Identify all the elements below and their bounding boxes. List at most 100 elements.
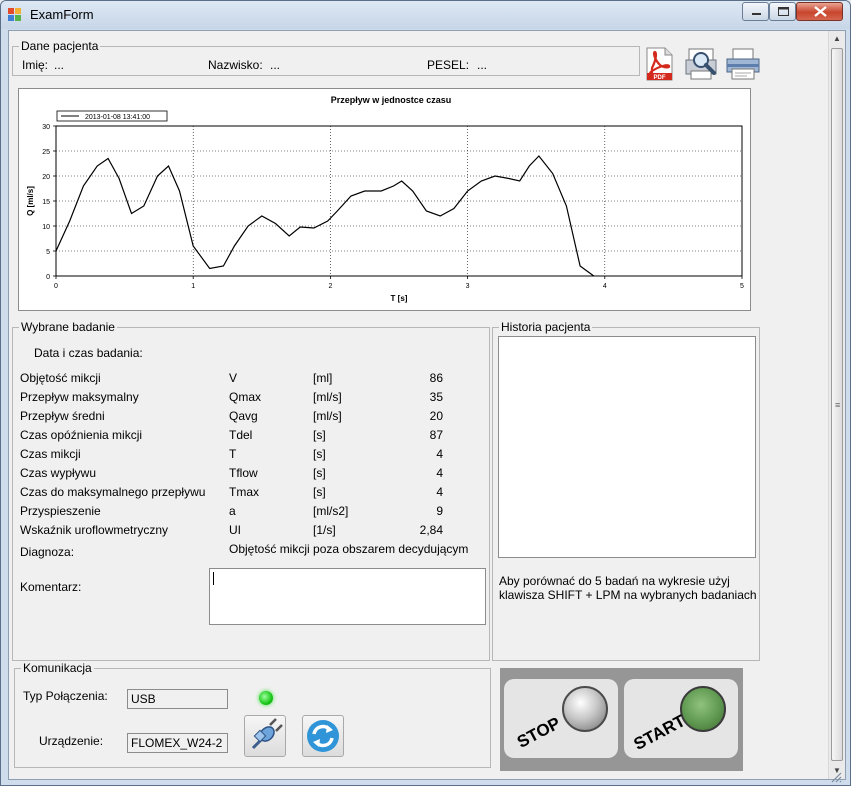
start-button[interactable]: START bbox=[624, 679, 738, 758]
maximize-button[interactable] bbox=[769, 2, 796, 21]
y-tick-label: 5 bbox=[46, 249, 50, 256]
param-value: 4 bbox=[436, 466, 443, 480]
param-unit: [ml/s2] bbox=[313, 504, 349, 518]
x-tick-label: 5 bbox=[740, 283, 744, 290]
selected-exam-group: Wybrane badanie Data i czas badania: Obj… bbox=[12, 320, 490, 661]
export-pdf-button[interactable]: PDF bbox=[641, 46, 677, 82]
comment-label: Komentarz: bbox=[20, 580, 82, 594]
stop-label: STOP bbox=[513, 713, 564, 752]
resize-grip-icon[interactable] bbox=[830, 771, 842, 783]
x-tick-label: 3 bbox=[466, 283, 470, 290]
param-name: Przyspieszenie bbox=[20, 504, 101, 518]
param-name: Czas do maksymalnego przepływu bbox=[20, 485, 206, 499]
close-icon bbox=[814, 6, 827, 17]
param-symbol: Tflow bbox=[229, 466, 258, 480]
connect-button[interactable] bbox=[244, 715, 286, 757]
param-name: Objętość mikcji bbox=[20, 371, 101, 385]
param-unit: [s] bbox=[313, 485, 326, 499]
x-tick-label: 2 bbox=[328, 283, 332, 290]
patient-data-group: Dane pacjenta Imię: ... Nazwisko: ... PE… bbox=[12, 39, 640, 76]
param-name: Czas opóźnienia mikcji bbox=[20, 428, 143, 442]
param-symbol: UI bbox=[229, 523, 241, 537]
scroll-grip-icon: ≡ bbox=[835, 400, 841, 410]
y-axis-label: Q [ml/s] bbox=[26, 186, 35, 216]
chart-plot-area: 0 5 10 15 20 25 30 0 1 2 3 4 5 bbox=[42, 124, 744, 290]
communication-title: Komunikacja bbox=[21, 661, 94, 675]
svg-text:PDF: PDF bbox=[654, 75, 666, 81]
flow-chart-svg: Przepływ w jednostce czasu 2013-01-08 13… bbox=[26, 95, 744, 303]
form-client-area: Dane pacjenta Imię: ... Nazwisko: ... PE… bbox=[8, 30, 846, 780]
close-button[interactable] bbox=[796, 2, 843, 21]
app-icon bbox=[8, 8, 22, 22]
y-tick-label: 25 bbox=[42, 149, 50, 156]
param-unit: [ml/s] bbox=[313, 390, 342, 404]
print-preview-button[interactable] bbox=[683, 46, 719, 82]
param-unit: [s] bbox=[313, 447, 326, 461]
selected-exam-title: Wybrane badanie bbox=[19, 320, 117, 334]
stop-lamp-icon bbox=[562, 686, 608, 732]
scrollbar-thumb[interactable]: ≡ bbox=[831, 48, 843, 761]
stop-button[interactable]: STOP bbox=[504, 679, 618, 758]
param-unit: [1/s] bbox=[313, 523, 336, 537]
y-tick-label: 15 bbox=[42, 199, 50, 206]
param-name: Czas wypływu bbox=[20, 466, 97, 480]
chart-title: Przepływ w jednostce czasu bbox=[331, 95, 452, 105]
minimize-icon bbox=[752, 13, 761, 15]
patient-history-title: Historia pacjenta bbox=[499, 320, 593, 334]
param-value: 2,84 bbox=[419, 523, 443, 537]
param-value: 4 bbox=[436, 447, 443, 461]
param-value: 87 bbox=[429, 428, 443, 442]
x-axis-label: T [s] bbox=[391, 294, 408, 303]
param-symbol: Tdel bbox=[229, 428, 253, 442]
param-value: 35 bbox=[429, 390, 443, 404]
device-label: Urządzenie: bbox=[39, 734, 104, 748]
device-field: FLOMEX_W24-2 bbox=[127, 733, 228, 753]
exam-form-window: ExamForm Dane pacjenta Imię: ... Nazwisk… bbox=[0, 0, 851, 786]
last-name-label: Nazwisko: bbox=[208, 58, 263, 72]
x-tick-label: 0 bbox=[54, 283, 58, 290]
plug-connect-icon bbox=[251, 718, 283, 750]
param-value: 9 bbox=[436, 504, 443, 518]
title-bar[interactable]: ExamForm bbox=[1, 1, 850, 29]
flow-chart: Przepływ w jednostce czasu 2013-01-08 13… bbox=[18, 88, 751, 311]
last-name-value: ... bbox=[270, 58, 281, 72]
printer-icon bbox=[726, 48, 760, 80]
param-value: 86 bbox=[429, 371, 443, 385]
param-unit: [ml] bbox=[313, 371, 333, 385]
text-caret bbox=[213, 572, 214, 585]
pesel-label: PESEL: bbox=[427, 58, 470, 72]
patient-history-list[interactable] bbox=[498, 336, 756, 558]
minimize-button[interactable] bbox=[742, 2, 769, 21]
history-hint-text: Aby porównać do 5 badań na wykresie użyj… bbox=[499, 574, 757, 602]
y-tick-label: 10 bbox=[42, 224, 50, 231]
scroll-up-icon[interactable]: ▲ bbox=[833, 34, 841, 43]
y-tick-label: 0 bbox=[46, 274, 50, 281]
pesel-value: ... bbox=[477, 58, 488, 72]
param-value: 4 bbox=[436, 485, 443, 499]
communication-group: Komunikacja Typ Połączenia: USB Urządzen… bbox=[14, 661, 491, 768]
param-symbol: V bbox=[229, 371, 238, 385]
comment-textarea[interactable] bbox=[209, 568, 486, 625]
chart-legend: 2013-01-08 13:41:00 bbox=[56, 110, 168, 122]
x-tick-label: 1 bbox=[191, 283, 195, 290]
control-panel: STOP START bbox=[500, 668, 743, 771]
param-symbol: Tmax bbox=[229, 485, 259, 499]
print-button[interactable] bbox=[725, 46, 761, 82]
patient-group-title: Dane pacjenta bbox=[19, 39, 101, 53]
param-name: Przepływ średni bbox=[20, 409, 105, 423]
y-tick-label: 20 bbox=[42, 174, 50, 181]
refresh-icon bbox=[307, 720, 339, 752]
param-unit: [ml/s] bbox=[313, 409, 342, 423]
window-title: ExamForm bbox=[30, 7, 94, 22]
series-line bbox=[55, 155, 595, 277]
refresh-button[interactable] bbox=[302, 715, 344, 757]
vertical-scrollbar[interactable]: ▲ ≡ ▼ bbox=[828, 31, 845, 779]
param-name: Wskaźnik uroflowmetryczny bbox=[20, 523, 169, 537]
patient-history-group: Historia pacjenta Aby porównać do 5 bada… bbox=[492, 320, 760, 661]
param-unit: [s] bbox=[313, 466, 326, 480]
param-symbol: a bbox=[229, 504, 236, 518]
connection-type-label: Typ Połączenia: bbox=[23, 689, 108, 703]
diagnosis-label: Diagnoza: bbox=[20, 545, 75, 559]
param-name: Czas mikcji bbox=[20, 447, 81, 461]
param-name: Przepływ maksymalny bbox=[20, 390, 139, 404]
